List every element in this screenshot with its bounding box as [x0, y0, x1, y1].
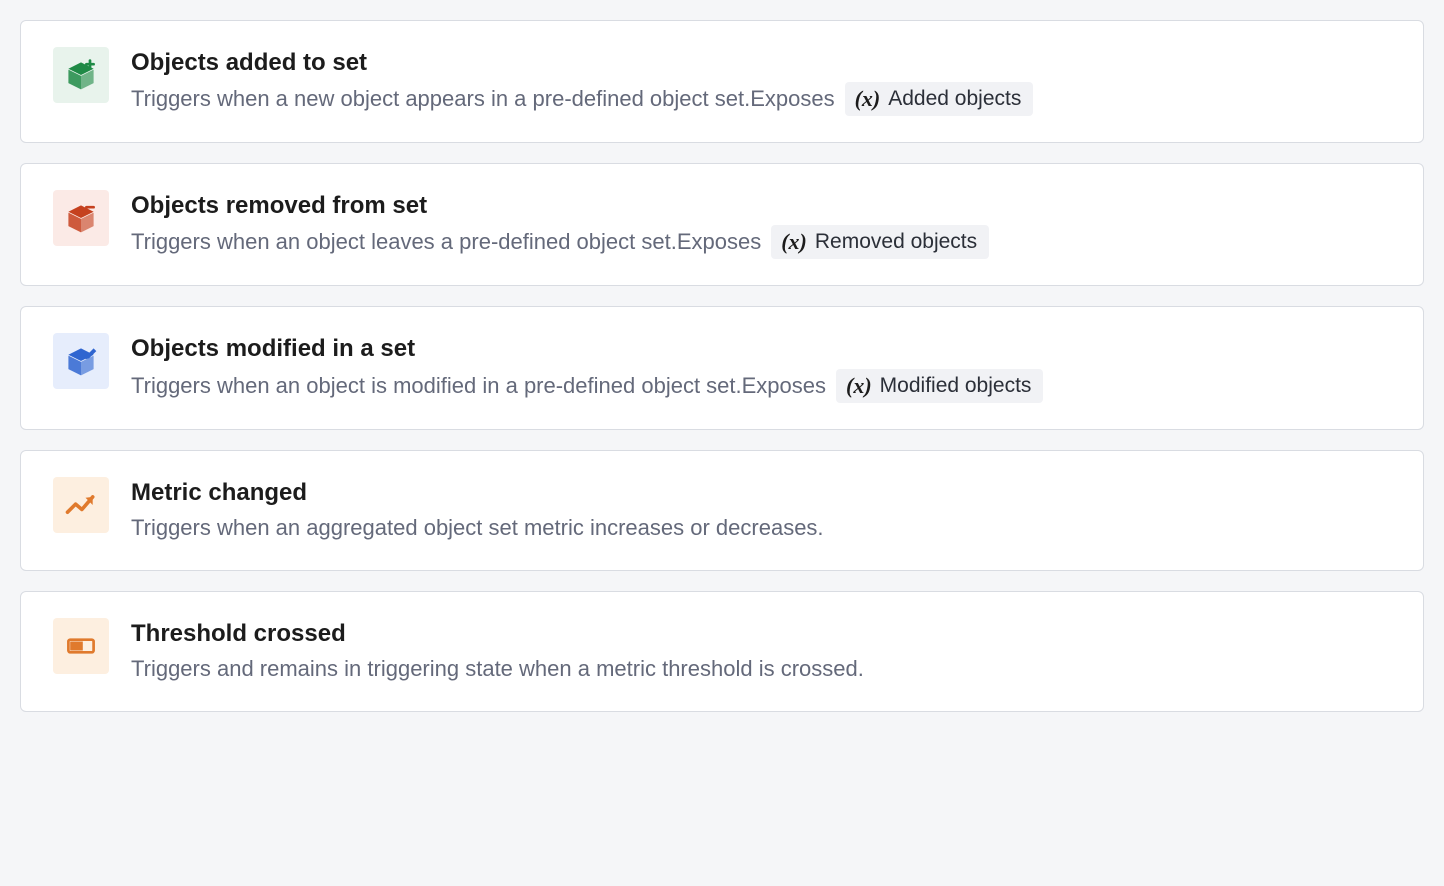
cube-minus-icon [53, 190, 109, 246]
card-description: Triggers and remains in triggering state… [131, 653, 864, 685]
cube-plus-icon [53, 47, 109, 103]
card-desc-row: Triggers and remains in triggering state… [131, 653, 1391, 685]
card-desc-row: Triggers when an object leaves a pre-def… [131, 225, 1391, 259]
card-title: Objects removed from set [131, 190, 1391, 221]
card-title: Objects added to set [131, 47, 1391, 78]
exposes-badge: (x) Removed objects [771, 225, 989, 259]
exposes-badge: (x) Added objects [845, 82, 1034, 116]
card-content: Objects added to set Triggers when a new… [131, 47, 1391, 116]
card-description: Triggers when an object is modified in a… [131, 370, 826, 402]
card-desc-row: Triggers when an aggregated object set m… [131, 512, 1391, 544]
trigger-card-threshold-crossed[interactable]: Threshold crossed Triggers and remains i… [20, 591, 1424, 712]
trigger-card-objects-removed[interactable]: Objects removed from set Triggers when a… [20, 163, 1424, 286]
badge-label: Modified objects [880, 374, 1032, 398]
card-title: Objects modified in a set [131, 333, 1391, 364]
badge-label: Added objects [888, 87, 1021, 111]
cube-edit-icon [53, 333, 109, 389]
trigger-list: Objects added to set Triggers when a new… [20, 20, 1424, 712]
exposes-badge: (x) Modified objects [836, 369, 1043, 403]
variable-icon: (x) [846, 373, 872, 399]
threshold-bar-icon [53, 618, 109, 674]
card-title: Threshold crossed [131, 618, 1391, 649]
card-content: Threshold crossed Triggers and remains i… [131, 618, 1391, 685]
card-description: Triggers when an aggregated object set m… [131, 512, 824, 544]
card-description: Triggers when an object leaves a pre-def… [131, 226, 761, 258]
card-desc-row: Triggers when an object is modified in a… [131, 369, 1391, 403]
card-desc-row: Triggers when a new object appears in a … [131, 82, 1391, 116]
card-title: Metric changed [131, 477, 1391, 508]
badge-label: Removed objects [815, 230, 977, 254]
card-content: Objects modified in a set Triggers when … [131, 333, 1391, 402]
trigger-card-objects-added[interactable]: Objects added to set Triggers when a new… [20, 20, 1424, 143]
variable-icon: (x) [781, 229, 807, 255]
variable-icon: (x) [855, 86, 881, 112]
trend-arrow-icon [53, 477, 109, 533]
trigger-card-objects-modified[interactable]: Objects modified in a set Triggers when … [20, 306, 1424, 429]
card-content: Objects removed from set Triggers when a… [131, 190, 1391, 259]
trigger-card-metric-changed[interactable]: Metric changed Triggers when an aggregat… [20, 450, 1424, 571]
card-description: Triggers when a new object appears in a … [131, 83, 835, 115]
card-content: Metric changed Triggers when an aggregat… [131, 477, 1391, 544]
